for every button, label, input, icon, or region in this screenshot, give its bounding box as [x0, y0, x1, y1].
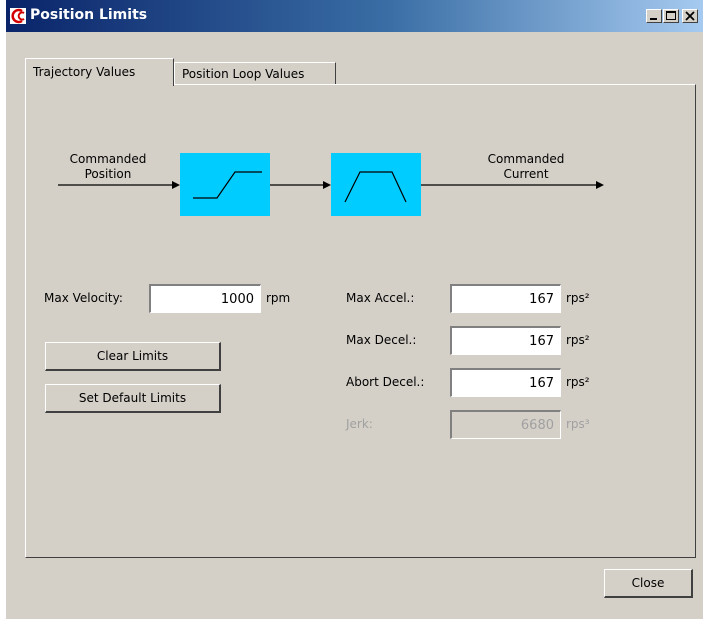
position-limits-window: Position Limits Trajectory Values Positi…	[6, 0, 703, 619]
copley-logo-icon	[10, 8, 26, 24]
tab-position-loop-values-label: Position Loop Values	[182, 67, 305, 81]
abort-decel-unit: rps²	[566, 375, 590, 389]
abort-decel-input[interactable]: 167	[450, 368, 561, 397]
jerk-unit: rps³	[566, 417, 590, 431]
max-decel-label: Max Decel.:	[346, 333, 417, 347]
maximize-icon	[666, 11, 676, 20]
maximize-button[interactable]	[663, 9, 679, 23]
max-velocity-unit: rpm	[266, 291, 291, 305]
window-title: Position Limits	[30, 7, 148, 23]
close-button[interactable]: Close	[604, 569, 693, 598]
jerk-input: 6680	[450, 410, 561, 439]
set-default-limits-button[interactable]: Set Default Limits	[45, 384, 221, 413]
diagram-graphics	[58, 153, 604, 216]
close-icon	[685, 11, 695, 21]
max-accel-unit: rps²	[566, 291, 590, 305]
abort-decel-label: Abort Decel.:	[346, 375, 425, 389]
minimize-button[interactable]	[646, 9, 662, 23]
max-decel-unit: rps²	[566, 333, 590, 347]
max-accel-input[interactable]: 167	[450, 284, 561, 313]
max-decel-input[interactable]: 167	[450, 326, 561, 355]
max-velocity-input[interactable]: 1000	[149, 284, 261, 313]
accel-limit-block	[331, 153, 421, 216]
close-window-button[interactable]	[682, 9, 698, 23]
max-accel-label: Max Accel.:	[346, 291, 415, 305]
tab-trajectory-values-label: Trajectory Values	[33, 65, 136, 79]
minimize-icon	[650, 18, 657, 20]
title-bar[interactable]: Position Limits	[6, 0, 703, 32]
velocity-limit-block	[180, 153, 270, 216]
tab-trajectory-values[interactable]: Trajectory Values	[25, 58, 174, 86]
tab-position-loop-values[interactable]: Position Loop Values	[174, 62, 336, 84]
clear-limits-button[interactable]: Clear Limits	[45, 342, 221, 371]
max-velocity-label: Max Velocity:	[44, 291, 123, 305]
jerk-label: Jerk:	[346, 417, 373, 431]
